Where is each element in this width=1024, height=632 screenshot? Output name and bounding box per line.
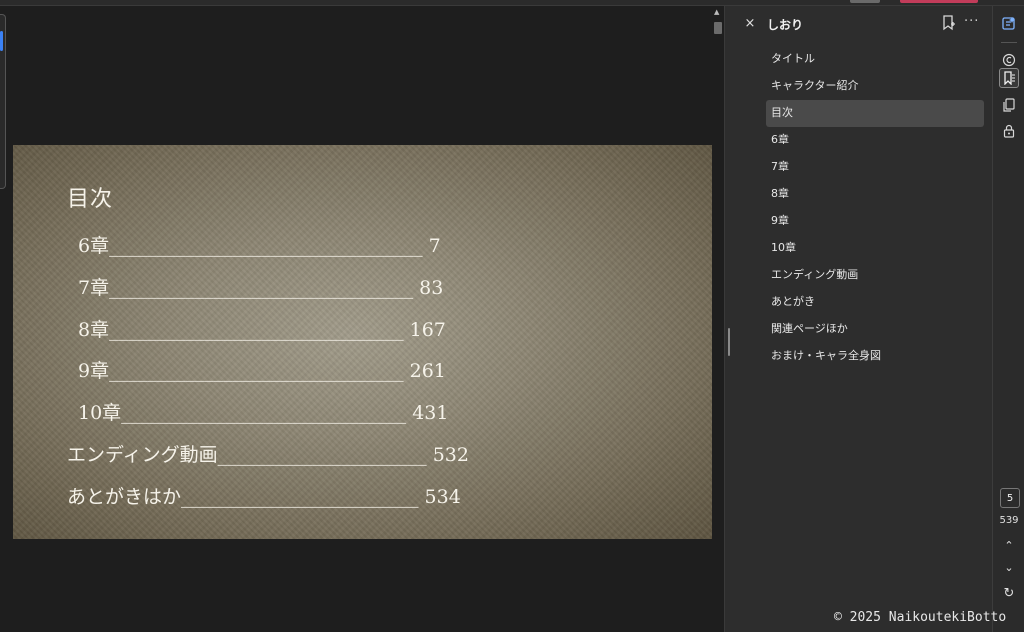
ai-summary-button[interactable] [999,50,1019,70]
rail-separator [1001,42,1017,43]
rotate-icon[interactable]: ↻ [993,586,1024,601]
pdf-page: 目次 6章_________________________________ 7… [13,145,712,539]
copilot-icon [1002,17,1015,30]
bookmark-item[interactable]: 9章 [766,208,984,235]
panel-splitter[interactable] [724,6,733,632]
viewer-scrollbar[interactable]: ▲ [712,6,724,632]
protect-button[interactable] [999,121,1019,141]
copyright-watermark: © 2025 NaikoutekiBotto [834,610,1007,625]
more-icon[interactable]: ··· [964,14,979,29]
table-of-contents: 6章_________________________________ 7 7章… [13,145,712,539]
thumbnail-pane-edge[interactable] [0,14,6,189]
toc-entry-7: 7章________________________________ 83 [78,277,444,299]
bookmark-icon [1004,71,1015,85]
panel-title: しおり [767,18,804,32]
bookmark-item[interactable]: エンディング動画 [766,262,984,289]
bookmark-item[interactable]: 7章 [766,154,984,181]
toc-entry-8: 8章_______________________________ 167 [78,319,446,341]
bookmark-item[interactable]: おまけ・キャラ全身図 [766,343,984,370]
pages-icon [1003,98,1015,112]
thumbnail-accent [0,31,3,51]
bookmark-item[interactable]: 6章 [766,127,984,154]
bookmark-item-selected[interactable]: 目次 [766,100,984,127]
bookmarks-button[interactable] [999,68,1019,88]
bookmark-item[interactable]: 10章 [766,235,984,262]
chevron-down-icon[interactable]: ⌄ [993,561,1024,574]
toc-entry-ending: エンディング動画______________________ 532 [67,444,469,466]
toc-entry-afterword: あとがきはか_________________________ 534 [67,486,461,508]
lock-icon [1003,124,1015,138]
tab-indicator-active [900,0,978,3]
scroll-thumb[interactable] [714,22,722,34]
scroll-up-icon[interactable]: ▲ [714,8,719,16]
current-page-input[interactable]: 5 [1000,488,1020,508]
toc-entry-6: 6章_________________________________ 7 [78,235,441,257]
total-pages: 539 [999,515,1019,526]
document-viewer[interactable]: 目次 6章_________________________________ 7… [0,6,712,632]
bookmark-item[interactable]: タイトル [766,46,984,73]
side-rail: 5 539 ⌃ ⌄ ↻ [992,6,1024,632]
chevron-up-icon[interactable]: ⌃ [993,539,1024,552]
toc-entry-9: 9章_______________________________ 261 [78,360,446,382]
ai-summary-icon [1002,53,1016,67]
toc-entry-10: 10章______________________________ 431 [78,402,449,424]
close-icon[interactable]: × [743,16,757,31]
bookmark-item[interactable]: あとがき [766,289,984,316]
bookmark-list: タイトル キャラクター紹介 目次 6章 7章 8章 9章 10章 エンディング動… [766,46,984,370]
panel-header: × しおり ··· [733,6,992,42]
bookmarks-panel: × しおり ··· タイトル キャラクター紹介 目次 6章 7章 8章 9章 1… [733,6,992,632]
splitter-grip[interactable] [728,328,730,356]
add-bookmark-icon[interactable] [942,15,956,31]
bookmark-item[interactable]: キャラクター紹介 [766,73,984,100]
copilot-button[interactable] [999,14,1019,34]
bookmark-item[interactable]: 関連ページほか [766,316,984,343]
pages-button[interactable] [999,95,1019,115]
tab-indicator [850,0,880,3]
bookmark-item[interactable]: 8章 [766,181,984,208]
